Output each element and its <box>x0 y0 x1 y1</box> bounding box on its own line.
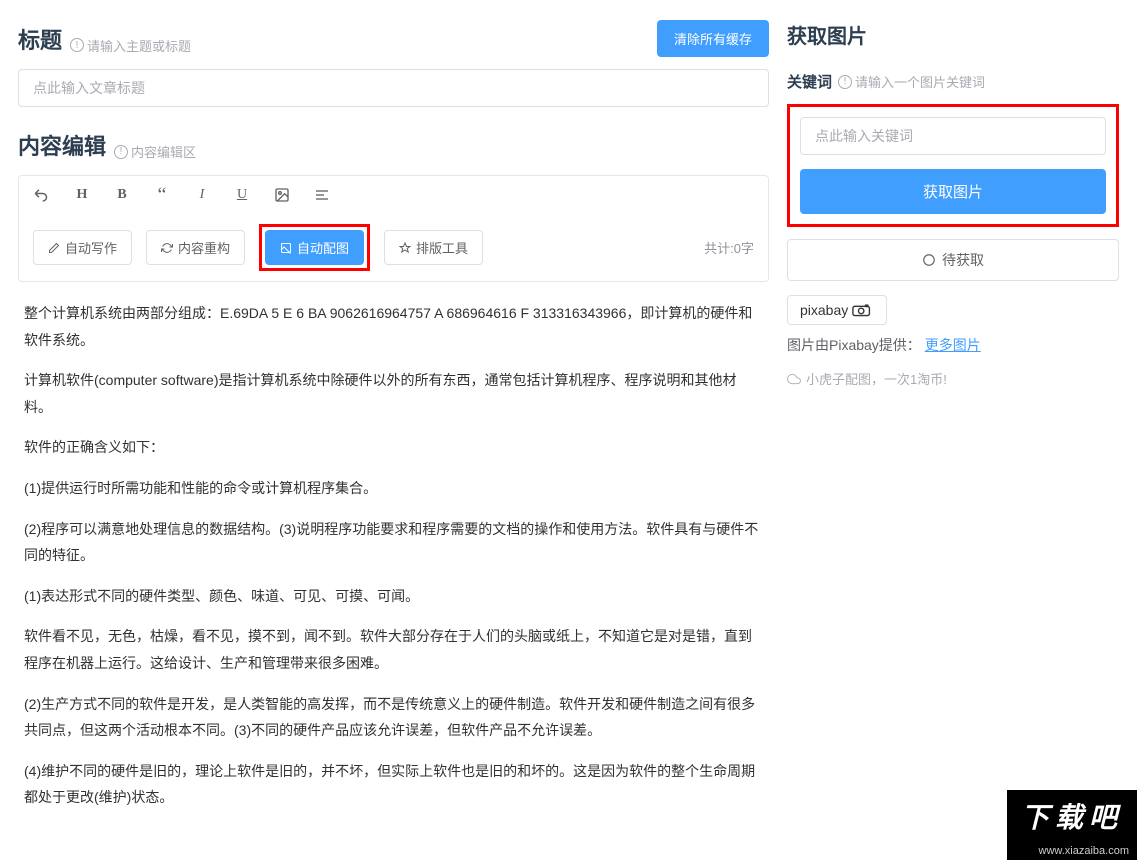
keyword-hint: ! 请输入一个图片关键词 <box>838 72 985 91</box>
cloud-icon <box>787 372 801 386</box>
refresh-icon <box>161 242 173 254</box>
keyword-highlight-box: 获取图片 <box>787 104 1119 227</box>
paragraph: (2)程序可以满意地处理信息的数据结构。(3)说明程序功能要求和程序需要的文档的… <box>24 516 763 569</box>
paragraph: 计算机软件(computer software)是指计算机系统中除硬件以外的所有… <box>24 367 763 420</box>
auto-write-button[interactable]: 自动写作 <box>33 230 132 265</box>
pencil-icon <box>48 242 60 254</box>
clear-cache-button[interactable]: 清除所有缓存 <box>657 20 769 57</box>
title-section-header: 标题 ! 请输入主题或标题 清除所有缓存 <box>18 20 769 57</box>
sidebar-column: 获取图片 关键词 ! 请输入一个图片关键词 获取图片 待获取 pixabay 图… <box>787 0 1137 863</box>
heading-icon[interactable]: H <box>73 186 91 204</box>
content-hint: ! 内容编辑区 <box>114 142 196 161</box>
align-icon[interactable] <box>313 186 331 204</box>
paragraph: 软件的正确含义如下： <box>24 434 763 461</box>
watermark-title: 下载吧 <box>1007 790 1137 842</box>
info-icon: ! <box>114 145 128 159</box>
underline-icon[interactable]: U <box>233 186 251 204</box>
editor-toolbar: H B “ I U 自动写作 <box>18 175 769 282</box>
tip-line: 小虎子配图，一次1淘币! <box>787 369 1119 388</box>
camera-icon <box>852 303 874 317</box>
editor-content-area[interactable]: 整个计算机系统由两部分组成：E.69DA 5 E 6 BA 9062616964… <box>18 282 769 843</box>
watermark: 下载吧 www.xiazaiba.com <box>1007 790 1137 860</box>
credit-line: 图片由Pixabay提供： 更多图片 <box>787 335 1119 355</box>
quote-icon[interactable]: “ <box>153 186 171 204</box>
content-heading: 内容编辑 <box>18 129 106 161</box>
info-icon: ! <box>838 75 852 89</box>
auto-image-highlight: 自动配图 <box>259 224 370 271</box>
paragraph: 整个计算机系统由两部分组成：E.69DA 5 E 6 BA 9062616964… <box>24 300 763 353</box>
title-hint: ! 请输入主题或标题 <box>70 36 191 55</box>
paragraph: (1)表达形式不同的硬件类型、颜色、味道、可见、可摸、可闻。 <box>24 583 763 610</box>
main-column: 标题 ! 请输入主题或标题 清除所有缓存 内容编辑 ! 内容编辑区 <box>0 0 787 863</box>
info-icon: ! <box>70 38 84 52</box>
italic-icon[interactable]: I <box>193 186 211 204</box>
paragraph: 软件看不见，无色，枯燥，看不见，摸不到，闻不到。软件大部分存在于人们的头脑或纸上… <box>24 623 763 676</box>
paragraph: (2)生产方式不同的软件是开发，是人类智能的高发挥，而不是传统意义上的硬件制造。… <box>24 691 763 744</box>
restructure-button[interactable]: 内容重构 <box>146 230 245 265</box>
sidebar-heading: 获取图片 <box>787 20 1119 49</box>
pixabay-badge: pixabay <box>787 295 887 325</box>
article-title-input[interactable] <box>18 69 769 107</box>
undo-icon[interactable] <box>33 186 51 204</box>
image-icon[interactable] <box>273 186 291 204</box>
auto-image-button[interactable]: 自动配图 <box>265 230 364 265</box>
fetch-image-button[interactable]: 获取图片 <box>800 169 1106 214</box>
circle-icon <box>922 253 936 267</box>
word-count: 共计:0字 <box>704 238 754 257</box>
image-add-icon <box>280 242 292 254</box>
watermark-url: www.xiazaiba.com <box>1007 842 1137 860</box>
paragraph: (1)提供运行时所需功能和性能的命令或计算机程序集合。 <box>24 475 763 502</box>
keyword-input[interactable] <box>800 117 1106 155</box>
keyword-label: 关键词 <box>787 71 832 92</box>
layout-icon <box>399 242 411 254</box>
paragraph: (4)维护不同的硬件是旧的，理论上软件是旧的，并不坏，但实际上软件也是旧的和坏的… <box>24 758 763 811</box>
pending-button[interactable]: 待获取 <box>787 239 1119 281</box>
title-heading: 标题 <box>18 23 62 55</box>
layout-tool-button[interactable]: 排版工具 <box>384 230 483 265</box>
bold-icon[interactable]: B <box>113 186 131 204</box>
more-images-link[interactable]: 更多图片 <box>925 337 981 353</box>
